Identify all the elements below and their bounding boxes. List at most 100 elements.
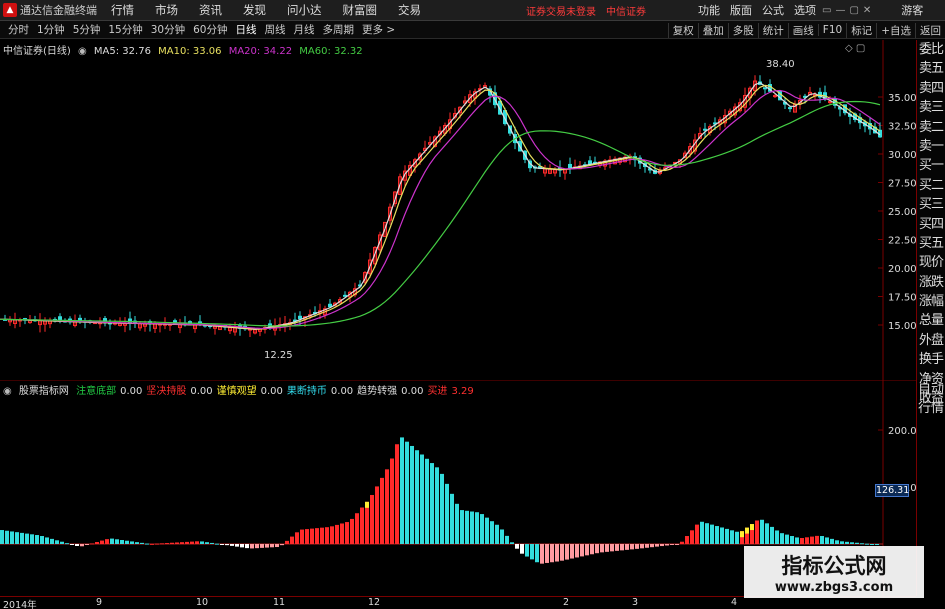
side-item-1[interactable]: 卖五 [917, 59, 945, 78]
broker-name[interactable]: 中信证券 [606, 3, 646, 18]
menu-market[interactable]: 市场 [155, 2, 178, 18]
period-15min[interactable]: 15分钟 [108, 22, 142, 37]
indicator-bar [350, 518, 354, 544]
indicator-bar [620, 544, 624, 551]
indicator-label-0: 注意底部 [76, 386, 117, 397]
indicator-label-3: 果断持币 [286, 386, 327, 397]
indicator-collapse-icon[interactable]: ◉ [3, 386, 12, 397]
indicator-bar [250, 544, 254, 549]
period-multi[interactable]: 多周期 [323, 22, 355, 37]
period-timeshare[interactable]: 分时 [8, 22, 29, 37]
indicator-bar [830, 538, 834, 544]
indicator-bar [560, 544, 564, 561]
side-item-9[interactable]: 买四 [917, 215, 945, 234]
indicator-bar [875, 544, 879, 545]
menu-function[interactable]: 功能 [698, 2, 720, 18]
side-item-13[interactable]: 涨幅 [917, 292, 945, 311]
period-monthly[interactable]: 月线 [294, 22, 315, 37]
indicator-bar [710, 524, 714, 544]
side-item-8[interactable]: 买三 [917, 195, 945, 214]
side-item-3[interactable]: 卖三 [917, 98, 945, 117]
indicator-bar [80, 544, 84, 547]
indicator-bar [680, 541, 684, 544]
indicator-bar [130, 541, 134, 544]
window-controls[interactable]: ▭—▢✕ [822, 5, 875, 16]
indicator-bar [470, 511, 474, 544]
indicator-bar [45, 537, 49, 544]
indicator-bar [765, 523, 769, 544]
indicator-bar [310, 528, 314, 544]
indicator-bar [230, 544, 234, 546]
indicator-value-1: 0.00 [190, 386, 213, 397]
indicator-bar [405, 441, 409, 544]
side-auto[interactable]: 自动 [917, 380, 945, 399]
side-item-12[interactable]: 涨跌 [917, 273, 945, 292]
indicator-bar [545, 544, 549, 563]
menu-trade[interactable]: 交易 [398, 2, 421, 18]
side-item-16[interactable]: 换手 [917, 350, 945, 369]
period-daily[interactable]: 日线 [236, 22, 257, 37]
price-tick-label: 22.50 [888, 236, 916, 247]
menu-hq[interactable]: 行情 [111, 2, 134, 18]
indicator-bar [215, 543, 219, 545]
indicator-bar [115, 539, 119, 544]
tool-f10[interactable]: F10 [817, 24, 846, 36]
indicator-bar [150, 543, 154, 545]
guest-user[interactable]: 游客 [901, 2, 923, 18]
period-5min[interactable]: 5分钟 [73, 22, 101, 37]
watermark: 指标公式网 www.zbgs3.com [744, 546, 924, 598]
indicator-legend: ◉ 股票指标网 注意底部 0.00 坚决持股 0.00 谨慎观望 0.00 果断持币 0.00… [3, 382, 478, 397]
side-item-4[interactable]: 卖二 [917, 118, 945, 137]
indicator-bar [715, 526, 719, 544]
menu-wealth[interactable]: 财富圈 [343, 2, 378, 18]
indicator-bar [220, 544, 224, 545]
period-60min[interactable]: 60分钟 [193, 22, 227, 37]
indicator-bar-cap [365, 501, 369, 508]
kline-svg: 35.00 32.50 30.00 27.50 25.00 22.50 20.00 17.50… [0, 40, 917, 380]
menu-layout[interactable]: 版面 [730, 2, 752, 18]
side-quote[interactable]: 行情 [917, 399, 945, 418]
menu-options[interactable]: 选项 [794, 2, 816, 18]
indicator-bar [575, 544, 579, 558]
tool-stats[interactable]: 统计 [757, 22, 788, 38]
period-30min[interactable]: 30分钟 [151, 22, 185, 37]
tool-mark[interactable]: 标记 [846, 22, 876, 38]
indicator-bar [95, 542, 99, 544]
indicator-bar [800, 538, 804, 544]
tool-add-favorite[interactable]: +自选 [876, 22, 915, 38]
indicator-bar [0, 530, 4, 544]
side-item-10[interactable]: 买五 [917, 234, 945, 253]
period-1min[interactable]: 1分钟 [37, 22, 65, 37]
collapse-icon[interactable]: ◉ [78, 46, 87, 57]
diamond-icon[interactable]: ◇ ▢ [845, 43, 865, 54]
side-item-6[interactable]: 买一 [917, 156, 945, 175]
side-item-5[interactable]: 卖一 [917, 137, 945, 156]
side-item-7[interactable]: 买二 [917, 176, 945, 195]
side-item-11[interactable]: 现价 [917, 253, 945, 272]
side-item-2[interactable]: 卖四 [917, 79, 945, 98]
indicator-bar [120, 540, 124, 544]
indicator-bar [320, 527, 324, 544]
menu-news[interactable]: 资讯 [199, 2, 222, 18]
indicator-bar [270, 544, 274, 548]
tool-draw[interactable]: 画线 [787, 22, 818, 38]
side-item-14[interactable]: 总量 [917, 311, 945, 330]
candle-body [343, 294, 347, 297]
tool-overlay[interactable]: 叠加 [697, 22, 728, 38]
tool-adjust[interactable]: 复权 [667, 22, 698, 38]
indicator-bar [385, 469, 389, 544]
trade-login-notice[interactable]: 证券交易未登录 [526, 3, 596, 18]
menu-discover[interactable]: 发现 [243, 2, 266, 18]
tool-multistock[interactable]: 多股 [727, 22, 758, 38]
indicator-bar [865, 543, 869, 545]
period-weekly[interactable]: 周线 [265, 22, 286, 37]
side-item-0[interactable]: 委比 [917, 40, 945, 59]
side-item-15[interactable]: 外盘 [917, 331, 945, 350]
indicator-bar [675, 544, 679, 545]
period-more[interactable]: 更多 > [362, 22, 395, 37]
tool-back[interactable]: 返回 [915, 22, 945, 38]
menu-formula[interactable]: 公式 [762, 2, 784, 18]
indicator-bar [785, 534, 789, 544]
kline-chart[interactable]: 35.00 32.50 30.00 27.50 25.00 22.50 20.00 17.50… [0, 40, 917, 380]
menu-ask[interactable]: 问小达 [287, 2, 322, 18]
